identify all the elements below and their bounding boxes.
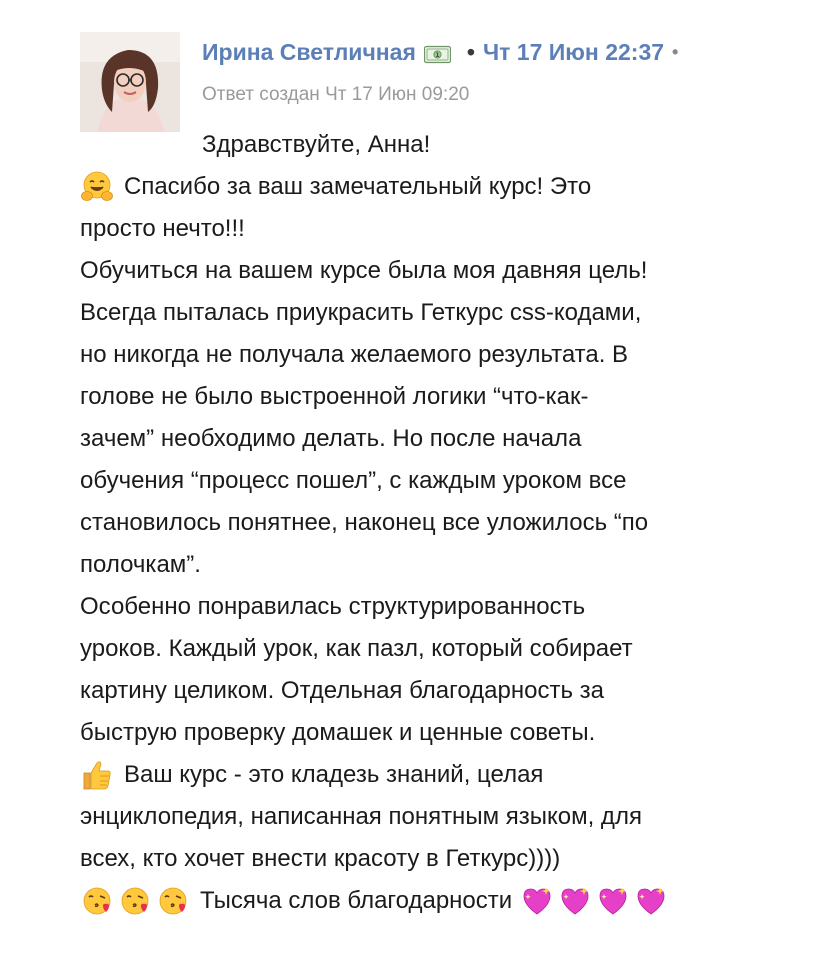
text-line: Здравствуйте, Анна! [202,131,431,158]
comment-header: Ирина Светличная 1 • Чт 17 Июн 22:37 • [202,36,678,68]
text-line: всех, кто хочет внести красоту в Геткурс… [80,845,561,872]
text-line: картину целиком. Отдельная благодарность… [80,677,604,704]
body-line: быструю проверку домашек и ценные советы… [80,712,595,754]
author-avatar[interactable] [80,32,180,132]
body-line: зачем” необходимо делать. Но после начал… [80,418,581,460]
face-blowing-kiss-emoji [156,884,190,918]
text-line: полочкам”. [80,551,201,578]
body-line: Всегда пыталась приукрасить Геткурс css-… [80,292,641,334]
text-line: быструю проверку домашек и ценные советы… [80,719,596,746]
text-line: голове не было выстроенной логики “что-к… [80,383,589,410]
body-line: голове не было выстроенной логики “что-к… [80,376,588,418]
text-line: Всегда пыталась приукрасить Геткурс css-… [80,299,642,326]
text-line: зачем” необходимо делать. Но после начал… [80,425,582,452]
body-line: Особенно понравилась структурированность [80,586,585,628]
trailing-dot: • [672,41,679,62]
body-line: Ваш курс - это кладезь знаний, целая [80,754,543,796]
face-blowing-kiss-emoji [80,884,114,918]
body-line: Обучиться на вашем курсе была моя давняя… [80,250,647,292]
text-line: становилось понятнее, наконец все уложил… [80,509,649,536]
dollar-banknote-icon: 1 [423,43,452,63]
hugging-face-emoji [80,170,114,204]
svg-text:1: 1 [435,52,439,59]
body-line: энциклопедия, написанная понятным языком… [80,796,642,838]
text-line: Особенно понравилась структурированность [80,593,586,620]
body-line: полочкам”. [80,544,201,586]
comment-datetime-link[interactable]: Чт 17 Июн 22:37 [483,39,664,66]
body-line: просто нечто!!! [80,208,245,250]
greeting-line: Здравствуйте, Анна! [202,124,430,166]
sparkling-heart-emoji [634,884,668,918]
sparkling-heart-emoji [520,884,554,918]
text-line: энциклопедия, написанная понятным языком… [80,803,642,830]
separator-dot: • [466,38,475,65]
face-blowing-kiss-emoji [118,884,152,918]
body-line: становилось понятнее, наконец все уложил… [80,502,648,544]
text-line: Ваш курс - это кладезь знаний, целая [124,761,544,788]
text-line: обучения “процесс пошел”, с каждым уроко… [80,467,627,494]
body-line: картину целиком. Отдельная благодарность… [80,670,604,712]
text-line: Обучиться на вашем курсе была моя давняя… [80,257,648,284]
body-line: Спасибо за ваш замечательный курс! Это [80,166,591,208]
body-line: обучения “процесс пошел”, с каждым уроко… [80,460,626,502]
sparkling-heart-emoji [558,884,592,918]
answer-created-meta: Ответ создан Чт 17 Июн 09:20 [202,84,470,105]
body-line: всех, кто хочет внести красоту в Геткурс… [80,838,560,880]
text-line: просто нечто!!! [80,215,245,242]
text-line: Спасибо за ваш замечательный курс! Это [124,173,592,200]
body-line: Тысяча слов благодарности [80,880,668,922]
text-line: но никогда не получала желаемого результ… [80,341,629,368]
author-name-link[interactable]: Ирина Светличная [202,39,416,66]
thumbs-up-emoji [80,758,114,792]
body-line: уроков. Каждый урок, как пазл, который с… [80,628,633,670]
text-line: Тысяча слов благодарности [200,887,513,914]
body-line: но никогда не получала желаемого результ… [80,334,628,376]
text-line: уроков. Каждый урок, как пазл, который с… [80,635,633,662]
sparkling-heart-emoji [596,884,630,918]
